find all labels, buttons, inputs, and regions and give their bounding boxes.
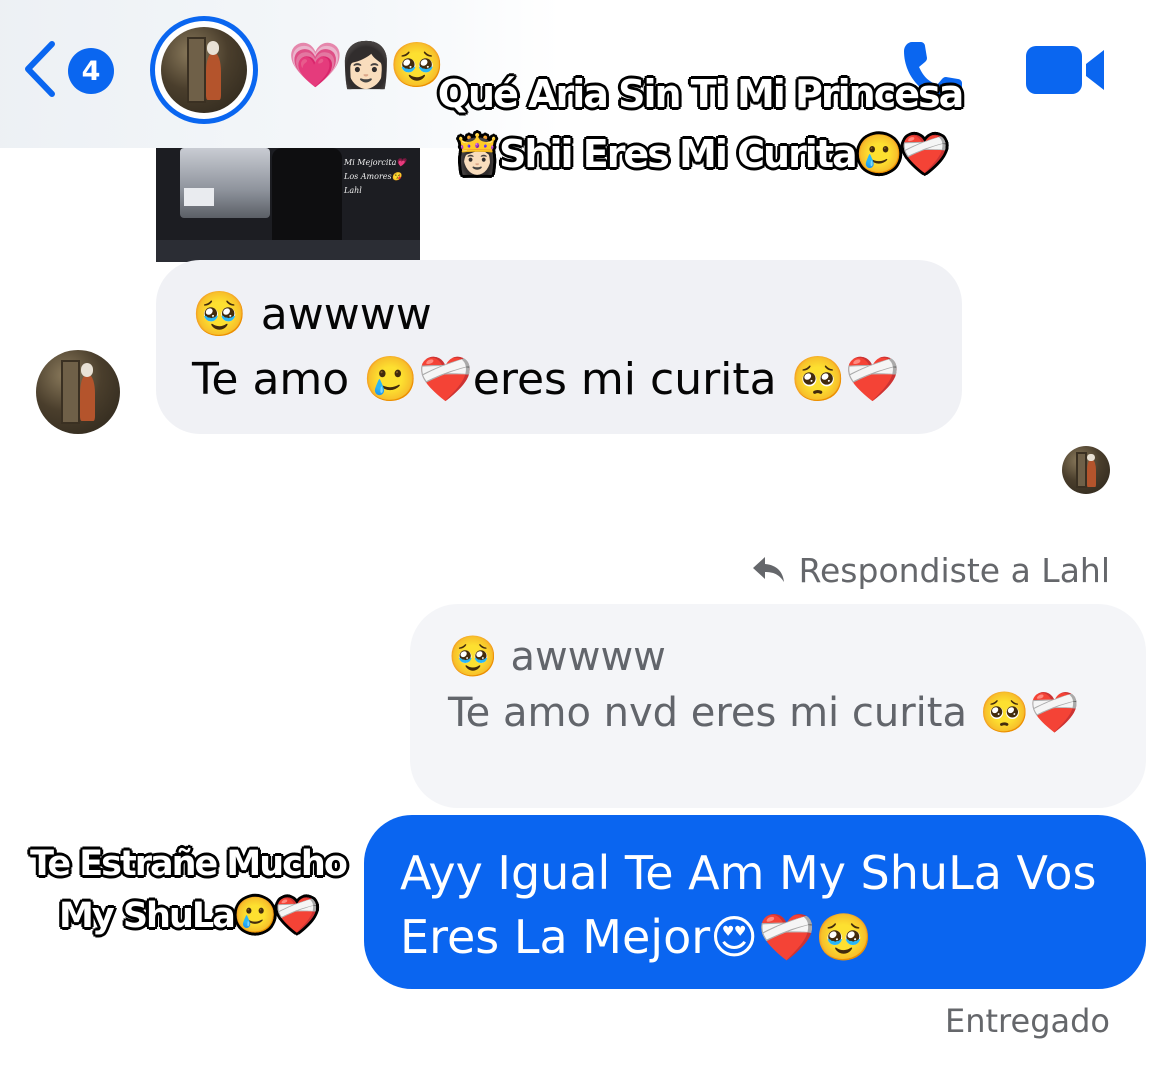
photo-overlay-text: Mi Mejorcita💗 Los Amores😘 Lahl: [344, 158, 407, 195]
delivery-status: Entregado: [945, 1002, 1110, 1040]
reply-indicator: Respondiste a Lahl: [740, 548, 1110, 592]
outgoing-message-bubble[interactable]: Ayy Igual Te Am My ShuLa Vos Eres La Mej…: [364, 815, 1146, 989]
photo-car: [180, 148, 270, 218]
incoming-message-line-2: Te amo 🥲❤️‍🩹eres mi curita 🥺❤️‍🩹: [192, 354, 901, 405]
incoming-message-line-1: 🥹 awwww: [192, 289, 432, 340]
story-caption-left: Te Estrañe Mucho My ShuLa🥲❤️‍🩹: [29, 843, 349, 937]
sender-avatar[interactable]: [36, 350, 120, 434]
read-receipt-avatar: [1062, 446, 1110, 494]
quoted-message-bubble[interactable]: 🥹 awwww Te amo nvd eres mi curita 🥺❤️‍🩹: [410, 604, 1146, 808]
quoted-line-2: Te amo nvd eres mi curita 🥺❤️‍🩹: [448, 690, 1080, 736]
video-camera-icon[interactable]: [1024, 40, 1108, 100]
reply-label: Respondiste a Lahl: [798, 550, 1110, 590]
reply-arrow-icon: [752, 557, 784, 582]
unread-count-badge: 4: [68, 48, 114, 94]
contact-avatar: [161, 27, 247, 113]
quoted-line-1: 🥹 awwww: [448, 634, 666, 680]
contact-avatar-ring[interactable]: [150, 16, 258, 124]
photo-plate: [184, 188, 214, 206]
shared-photo[interactable]: Mi Mejorcita💗 Los Amores😘 Lahl: [156, 148, 420, 262]
back-button[interactable]: 4: [22, 36, 132, 102]
contact-name[interactable]: 💗👩🏻🥹: [288, 36, 444, 96]
incoming-message-bubble[interactable]: 🥹 awwww Te amo 🥲❤️‍🩹eres mi curita 🥺❤️‍🩹: [156, 260, 962, 434]
chevron-left-icon: [25, 41, 55, 97]
story-caption-top: Qué Aria Sin Ti Mi Princesa 👸🏻Shii Eres …: [437, 71, 966, 177]
photo-bottom: [156, 240, 420, 262]
